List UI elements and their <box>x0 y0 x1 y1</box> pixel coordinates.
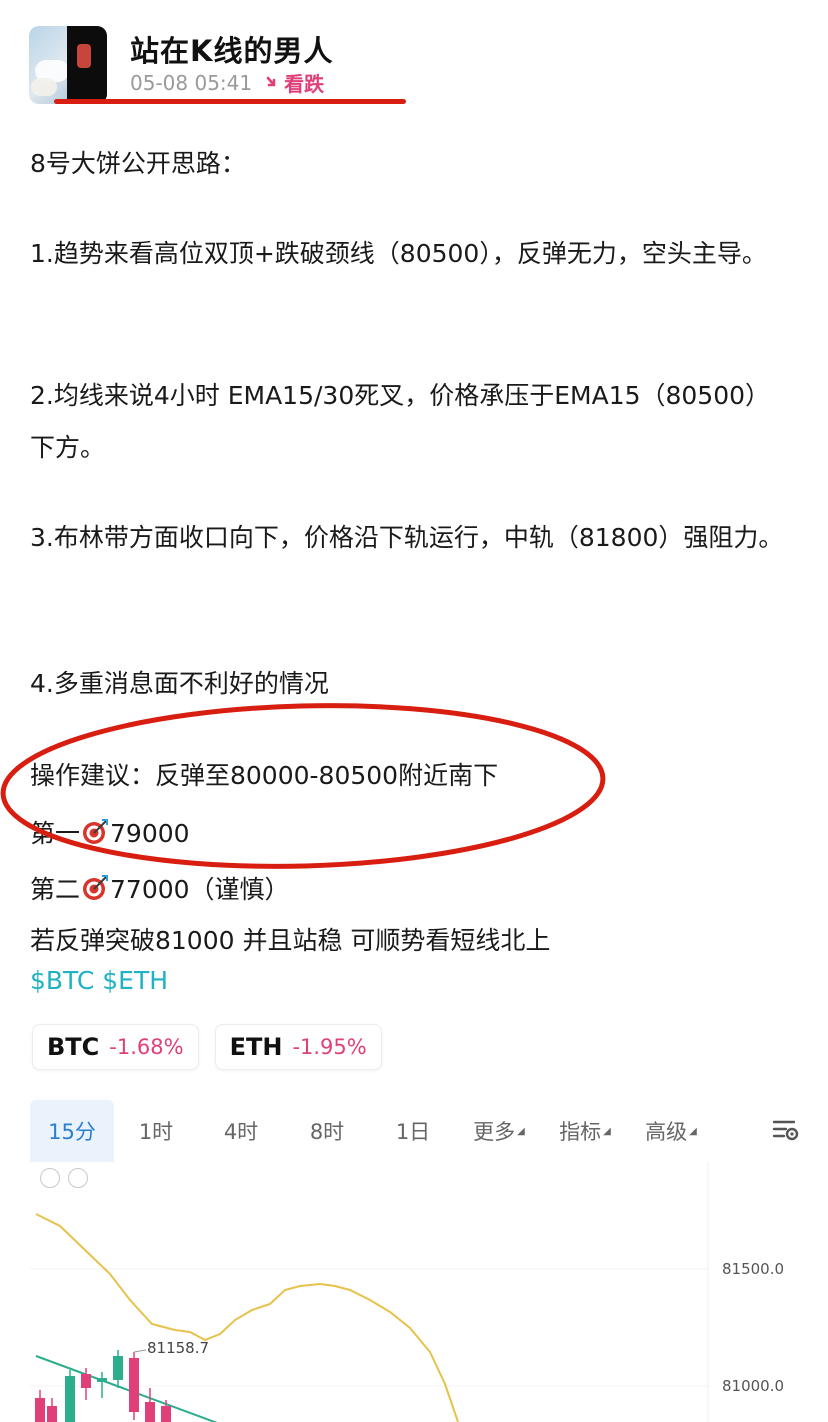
coin-symbol: ETH <box>229 1033 283 1061</box>
y-axis-label: 81500.0 <box>722 1260 785 1278</box>
kline-chart[interactable]: 81158.7 81500.0 81000.0 <box>30 1162 800 1422</box>
sentiment-label: 看跌 <box>284 72 325 96</box>
tab-indicators-label: 指标 <box>559 1120 602 1144</box>
coin-chips: BTC -1.68% ETH -1.95% <box>32 1024 382 1070</box>
coin-tags[interactable]: $BTC $ETH <box>30 966 168 995</box>
avatar[interactable] <box>29 26 107 104</box>
caret-icon: ◢ <box>517 1125 525 1137</box>
caret-icon: ◢ <box>603 1125 611 1137</box>
tab-advanced[interactable]: 高级 ◢ <box>628 1100 714 1162</box>
coin-symbol: BTC <box>47 1033 100 1061</box>
tab-1d[interactable]: 1日 <box>370 1100 456 1162</box>
point-2: 2.均线来说4小时 EMA15/30死叉，价格承压于EMA15（80500）下方… <box>30 381 771 462</box>
tab-advanced-label: 高级 <box>645 1120 688 1144</box>
post-title: 8号大饼公开思路： <box>30 149 246 178</box>
tab-more-label: 更多 <box>473 1120 516 1144</box>
ema-line <box>35 1213 459 1422</box>
post-time: 05-08 05:41 <box>130 70 253 95</box>
post-header: 站在K线的男人 05-08 05:41 看跌 <box>0 0 828 120</box>
coin-chip-btc[interactable]: BTC -1.68% <box>32 1024 199 1070</box>
point-1: 1.趋势来看高位双顶+跌破颈线（80500），反弹无力，空头主导。 <box>30 239 767 268</box>
chart-timeframe-tabs: 15分 1时 4时 8时 1日 更多 ◢ 指标 ◢ 高级 ◢ <box>30 1100 800 1162</box>
high-price-label: 81158.7 <box>147 1339 210 1357</box>
coin-change: -1.68% <box>109 1035 184 1059</box>
tab-8h[interactable]: 8时 <box>284 1100 370 1162</box>
coin-change: -1.95% <box>292 1035 367 1059</box>
coin-chip-eth[interactable]: ETH -1.95% <box>214 1024 382 1070</box>
trend-line <box>35 1355 218 1422</box>
caret-icon: ◢ <box>689 1125 697 1137</box>
breakout-note: 若反弹突破81000 并且站稳 可顺势看短线北上 <box>30 926 551 955</box>
down-arrow-icon <box>264 71 280 95</box>
annotation-ellipse <box>0 703 606 869</box>
chart-gear-icon[interactable] <box>68 1168 88 1188</box>
tab-indicators[interactable]: 指标 ◢ <box>542 1100 628 1162</box>
post-meta: 05-08 05:41 看跌 <box>130 68 324 97</box>
tab-15m[interactable]: 15分 <box>30 1100 114 1162</box>
chart-controls <box>40 1168 88 1188</box>
point-3: 3.布林带方面收口向下，价格沿下轨运行，中轨（81800）强阻力。 <box>30 523 784 552</box>
chart-settings-icon[interactable] <box>772 1116 800 1148</box>
collapse-icon[interactable] <box>40 1168 60 1188</box>
tab-4h[interactable]: 4时 <box>198 1100 284 1162</box>
kline-svg <box>30 1162 709 1422</box>
point-4: 4.多重消息面不利好的情况 <box>30 669 329 698</box>
tab-more[interactable]: 更多 ◢ <box>456 1100 542 1162</box>
author-name[interactable]: 站在K线的男人 <box>130 28 333 70</box>
tab-1h[interactable]: 1时 <box>114 1100 198 1162</box>
annotation-underline <box>54 99 406 104</box>
y-axis-label: 81000.0 <box>722 1377 785 1395</box>
